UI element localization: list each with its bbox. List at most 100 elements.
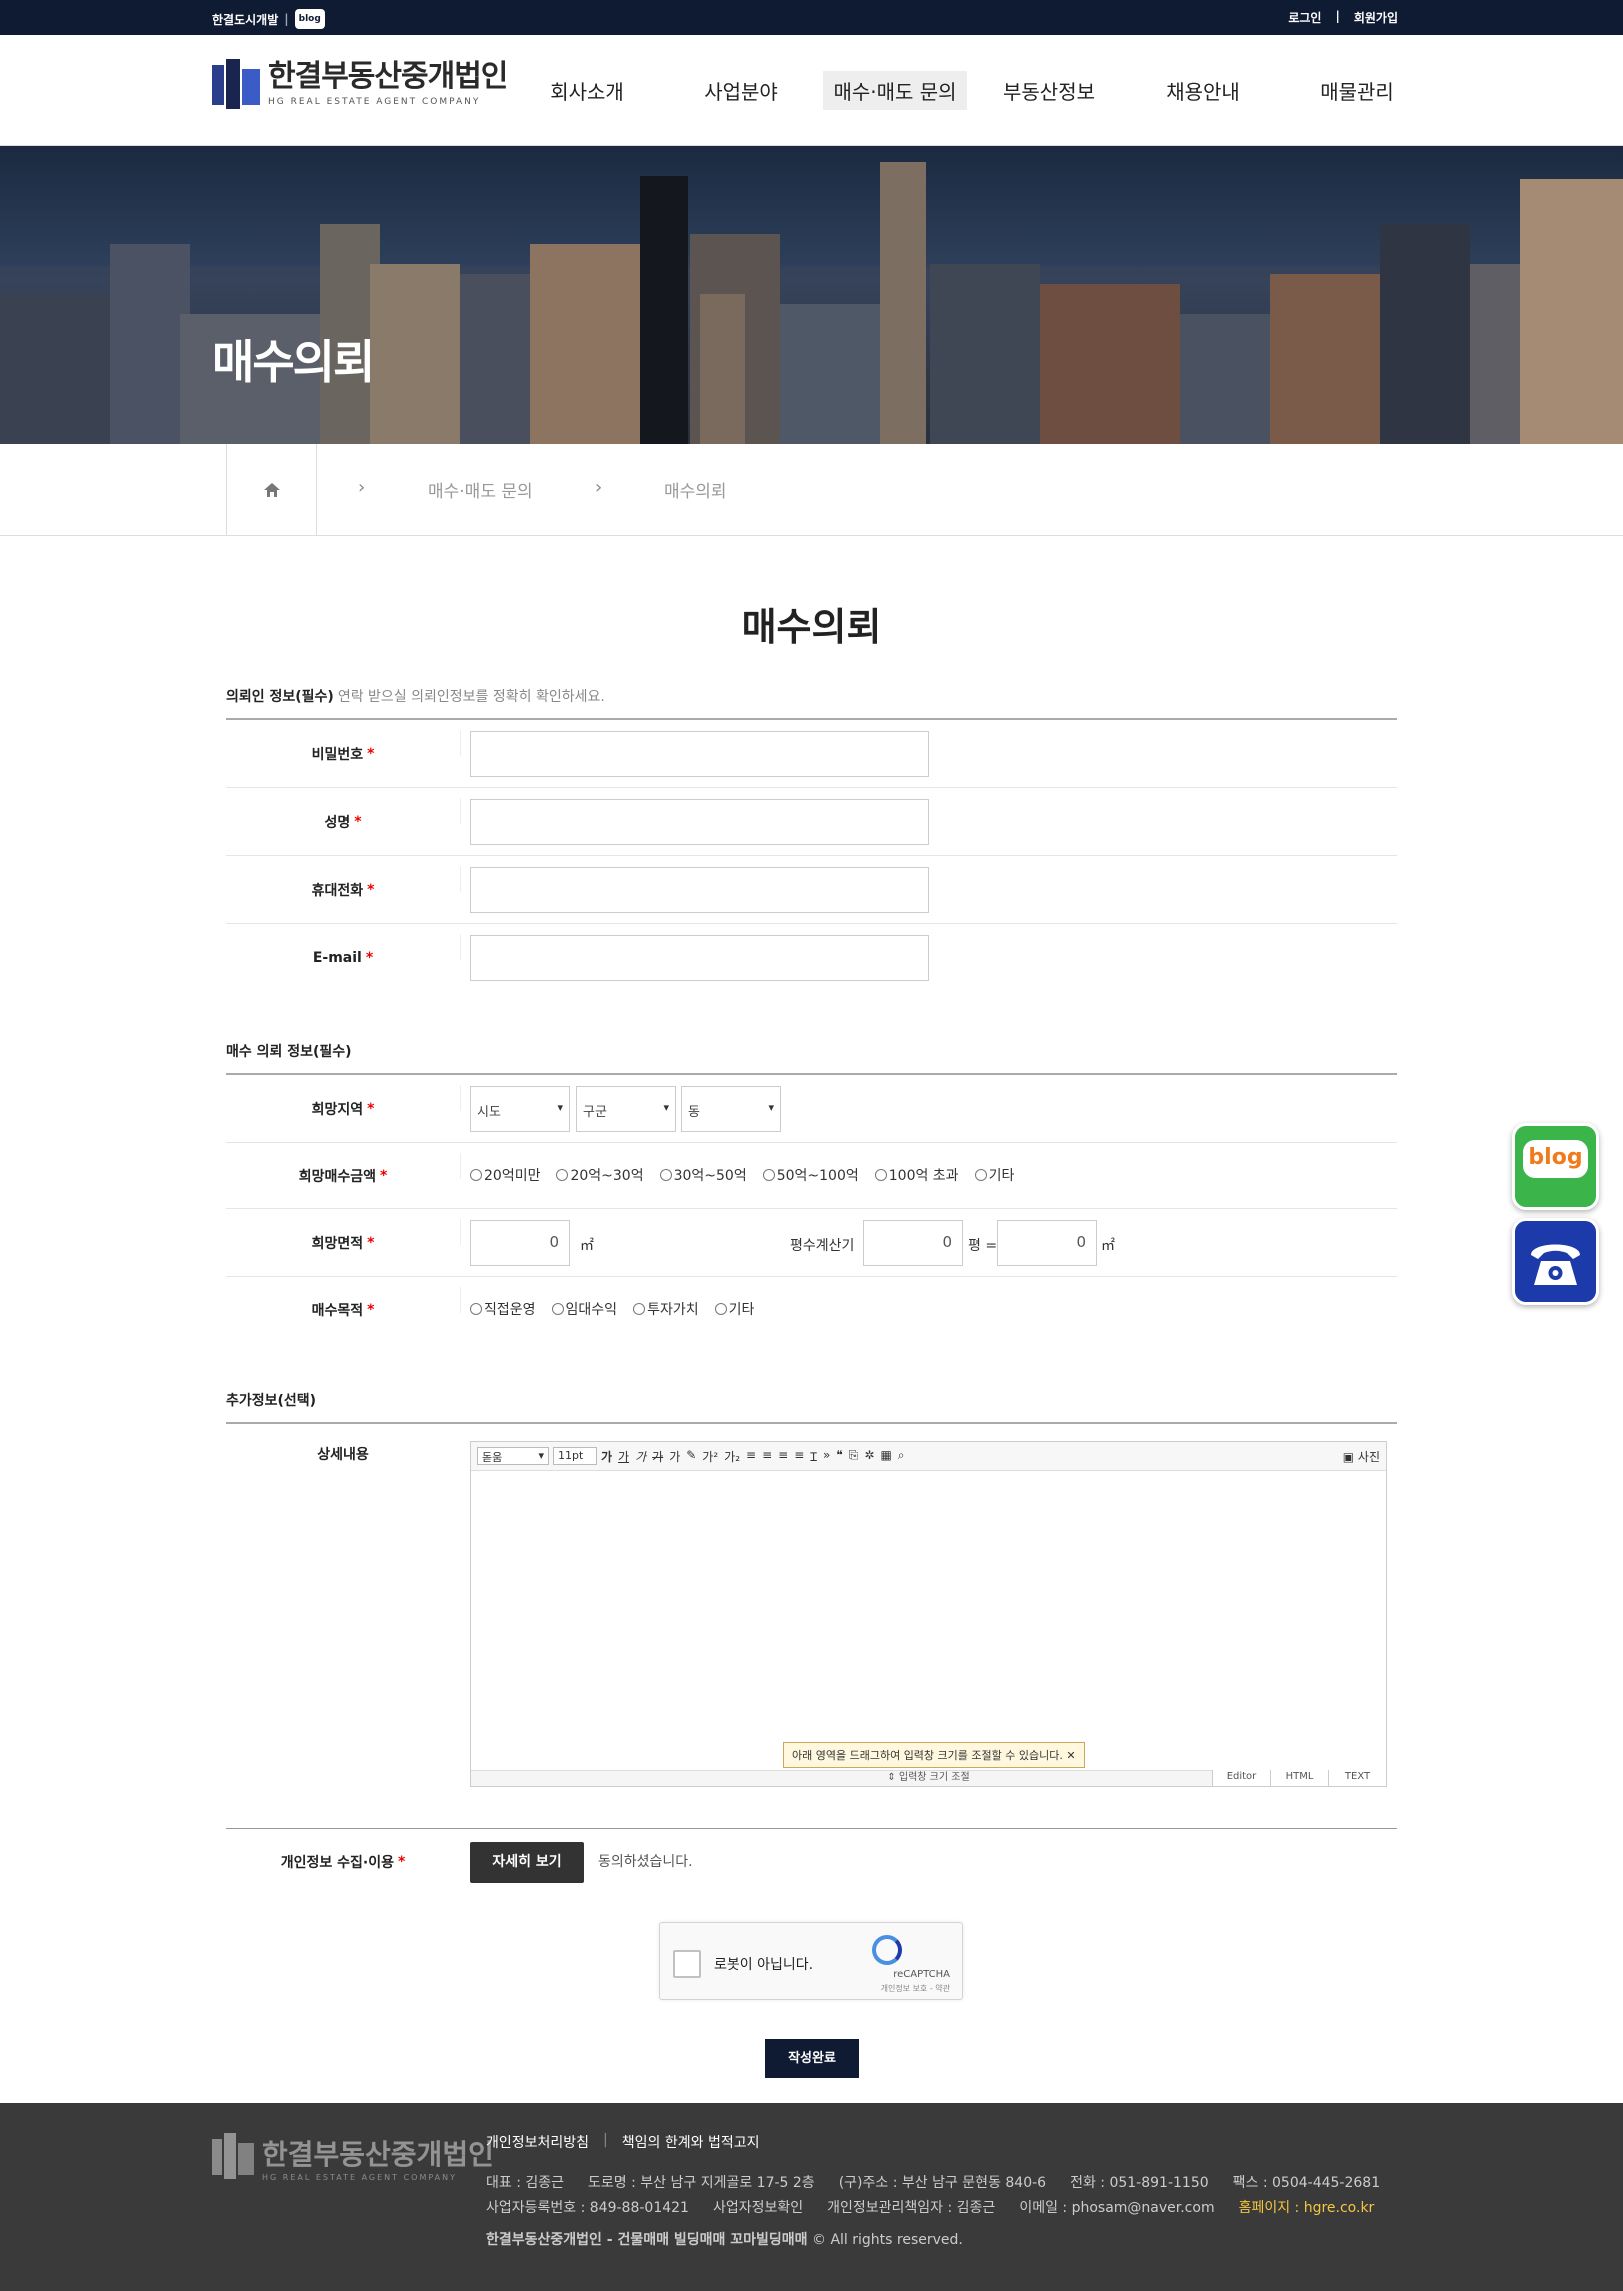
recaptcha-brand: reCAPTCHA — [893, 1969, 950, 1980]
subscript-icon[interactable]: 가₂ — [724, 1448, 740, 1465]
special-char-icon[interactable]: ✲ — [864, 1448, 874, 1465]
nav-company[interactable]: 회사소개 — [510, 71, 664, 110]
purpose-radio[interactable]: 임대수익 — [551, 1299, 617, 1319]
blog-chip[interactable]: blog — [294, 9, 325, 29]
find-icon[interactable]: ⌕ — [898, 1448, 905, 1465]
breadcrumb-level1[interactable]: 매수·매도 문의 — [428, 477, 533, 502]
purpose-radio[interactable]: 투자가치 — [633, 1299, 699, 1319]
nav-business[interactable]: 사업분야 — [664, 71, 818, 110]
pyeong-calc-label: 평수계산기 — [790, 1238, 855, 1254]
area-input[interactable]: 0 — [470, 1220, 570, 1266]
sido-select[interactable]: 시도 ▾ — [470, 1086, 570, 1132]
area-unit: ㎡ — [580, 1238, 594, 1254]
brand-link[interactable]: 한결도시개발 — [212, 11, 278, 28]
recaptcha-links[interactable]: 개인정보 보호 - 약관 — [881, 1983, 950, 1994]
section-client-info-title: 의뢰인 정보(필수) 연락 받으실 의뢰인정보를 정확히 확인하세요. — [226, 689, 605, 705]
footer-fax: 팩스 : 0504-445-2681 — [1232, 2175, 1381, 2191]
email-input[interactable] — [470, 935, 929, 981]
divider: | — [284, 12, 289, 26]
editor-toolbar: 돋움 ▾ 11pt 가 가 가 가 가 ✎ 가² 가₂ ≡ ≡ ≡ ≡ Ɪ » … — [471, 1442, 1386, 1471]
header: 한결부동산중개법인 HG REAL ESTATE AGENT COMPANY 회… — [0, 35, 1623, 146]
price-radio[interactable]: 20억~30억 — [556, 1165, 644, 1185]
site-logo[interactable]: 한결부동산중개법인 HG REAL ESTATE AGENT COMPANY — [212, 59, 508, 109]
table-icon[interactable]: ▦ — [880, 1448, 891, 1465]
align-left-icon[interactable]: ≡ — [746, 1448, 756, 1465]
quote-icon[interactable]: ❝ — [836, 1448, 842, 1465]
rich-text-editor[interactable]: 돋움 ▾ 11pt 가 가 가 가 가 ✎ 가² 가₂ ≡ ≡ ≡ ≡ Ɪ » … — [470, 1441, 1387, 1787]
floating-blog-button[interactable]: blog — [1512, 1123, 1599, 1210]
login-link[interactable]: 로그인 — [1288, 9, 1321, 26]
font-family-select[interactable]: 돋움 ▾ — [477, 1447, 549, 1465]
align-justify-icon[interactable]: ≡ — [794, 1448, 804, 1465]
pyeong-unit: 평 = — [968, 1238, 998, 1254]
footer-biz-check-link[interactable]: 사업자정보확인 — [713, 2197, 803, 2217]
price-radio[interactable]: 기타 — [974, 1165, 1014, 1185]
recaptcha-icon — [872, 1935, 902, 1965]
signup-link[interactable]: 회원가입 — [1354, 9, 1398, 26]
price-radio[interactable]: 20억미만 — [470, 1165, 540, 1185]
name-input[interactable] — [470, 799, 929, 845]
link-icon[interactable]: ⎘ — [849, 1448, 859, 1465]
italic-icon[interactable]: 가 — [635, 1448, 646, 1465]
privacy-policy-link[interactable]: 개인정보처리방침 — [486, 2132, 589, 2152]
mode-editor-tab[interactable]: Editor — [1212, 1770, 1270, 1786]
price-radio[interactable]: 100억 초과 — [874, 1165, 959, 1185]
mode-html-tab[interactable]: HTML — [1270, 1770, 1328, 1786]
submit-button[interactable]: 작성완료 — [765, 2039, 859, 2078]
strike-icon[interactable]: 가 — [652, 1448, 663, 1465]
font-size-select[interactable]: 11pt — [553, 1447, 597, 1465]
breadcrumb-level2[interactable]: 매수의뢰 — [664, 477, 727, 502]
align-right-icon[interactable]: ≡ — [778, 1448, 788, 1465]
floating-call-button[interactable] — [1512, 1218, 1599, 1305]
price-radio[interactable]: 30억~50억 — [659, 1165, 747, 1185]
legal-notice-link[interactable]: 책임의 한계와 법적고지 — [622, 2132, 760, 2152]
privacy-details-button[interactable]: 자세히 보기 — [470, 1842, 584, 1883]
bold-icon[interactable]: 가 — [601, 1448, 612, 1465]
form-row-area: 희망면적 * 0 ㎡ 평수계산기 0 평 = 0 ㎡ — [226, 1209, 1397, 1277]
phone-icon — [1531, 1244, 1580, 1285]
font-color-icon[interactable]: 가 — [669, 1448, 680, 1465]
nav-listings[interactable]: 매물관리 — [1280, 71, 1434, 110]
footer-homepage-link[interactable]: 홈페이지 : hgre.co.kr — [1239, 2197, 1375, 2217]
nav-info[interactable]: 부동산정보 — [972, 71, 1126, 110]
footer-old-address: (구)주소 : 부산 남구 문현동 840-6 — [838, 2175, 1047, 2191]
logo-subtext: HG REAL ESTATE AGENT COMPANY — [268, 97, 481, 107]
sqm-input[interactable]: 0 — [997, 1220, 1097, 1266]
form-row-privacy: 개인정보 수집·이용 * 자세히 보기 동의하셨습니다. — [226, 1829, 1397, 1895]
footer-copyright: 한결부동산중개법인 - 건물매매 빌딩매매 꼬마빌딩매매 © All right… — [486, 2232, 963, 2248]
form-row-password: 비밀번호 * — [226, 720, 1397, 788]
nav-recruit[interactable]: 채용안내 — [1126, 71, 1280, 110]
underline-icon[interactable]: 가 — [618, 1448, 629, 1465]
mode-text-tab[interactable]: TEXT — [1328, 1770, 1386, 1786]
pyeong-input[interactable]: 0 — [863, 1220, 963, 1266]
close-icon[interactable]: ✕ — [1066, 1749, 1075, 1762]
align-center-icon[interactable]: ≡ — [762, 1448, 772, 1465]
password-input[interactable] — [470, 731, 929, 777]
chevron-down-icon: ▾ — [557, 1101, 563, 1114]
photo-button[interactable]: ▣ 사진 — [1343, 1448, 1380, 1465]
chevron-right-icon: › — [358, 477, 366, 498]
purpose-radio[interactable]: 직접운영 — [470, 1299, 536, 1319]
chevron-down-icon: ▾ — [663, 1101, 669, 1114]
hero-banner: 매수의뢰 — [0, 146, 1623, 444]
section-client-info-desc: 연락 받으실 의뢰인정보를 정확히 확인하세요. — [337, 689, 605, 705]
highlight-icon[interactable]: ✎ — [686, 1448, 696, 1465]
chevron-down-icon: ▾ — [768, 1101, 774, 1114]
recaptcha-checkbox[interactable] — [673, 1950, 701, 1978]
logo-text: 한결부동산중개법인 — [268, 59, 508, 94]
price-radio[interactable]: 50억~100억 — [762, 1165, 859, 1185]
purpose-radio[interactable]: 기타 — [714, 1299, 754, 1319]
resize-icon: ⇕ — [887, 1772, 896, 1783]
gugun-select[interactable]: 구군 ▾ — [576, 1086, 676, 1132]
main-nav: 회사소개 사업분야 매수·매도 문의 부동산정보 채용안내 매물관리 — [510, 71, 1434, 110]
form-row-email: E-mail * — [226, 924, 1397, 992]
nav-inquiry[interactable]: 매수·매도 문의 — [823, 71, 967, 110]
phone-input[interactable] — [470, 867, 929, 913]
dong-select[interactable]: 동 ▾ — [681, 1086, 781, 1132]
footer-biz-number: 사업자등록번호 : 849-88-01421 — [486, 2200, 689, 2216]
clear-format-icon[interactable]: Ɪ — [810, 1448, 817, 1465]
image-icon: ▣ — [1342, 1450, 1355, 1464]
breadcrumb-home[interactable] — [226, 444, 317, 536]
more-icon[interactable]: » — [823, 1448, 830, 1465]
superscript-icon[interactable]: 가² — [702, 1448, 718, 1465]
